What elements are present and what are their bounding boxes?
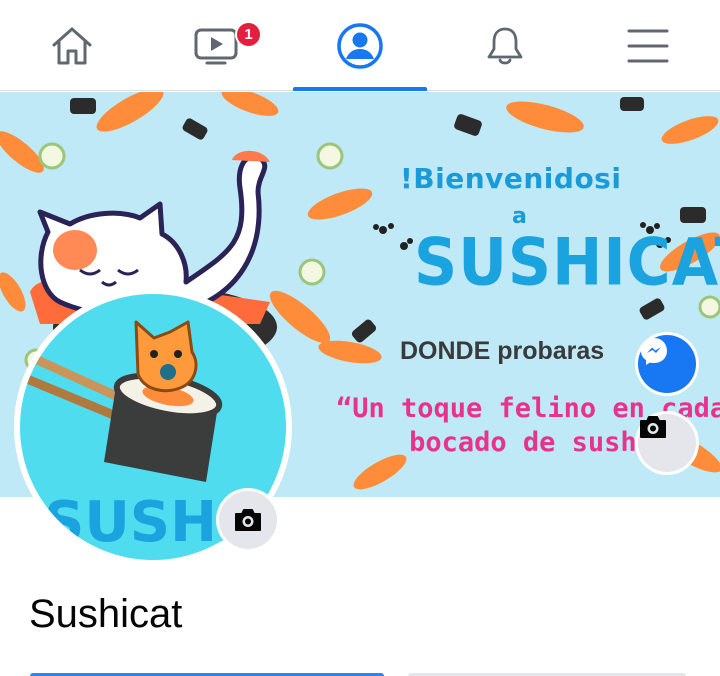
bell-icon [487, 27, 523, 64]
top-navigation: 1 [0, 0, 720, 91]
menu-icon [627, 29, 669, 62]
tab-notifications[interactable] [438, 0, 572, 91]
messenger-icon [641, 338, 667, 365]
cover-tagline: DONDE probaras [400, 337, 605, 365]
profile-name: Sushicat [29, 592, 183, 636]
camera-icon [640, 416, 666, 438]
cover-camera-button[interactable] [638, 414, 696, 472]
video-icon [194, 28, 238, 64]
cover-brand: SUSHICAT [414, 225, 720, 301]
cover-title: !Bienvenidosi [400, 162, 622, 195]
profile-icon [337, 22, 383, 69]
tab-menu[interactable] [581, 0, 715, 91]
tab-home[interactable] [5, 0, 139, 91]
tab-profile[interactable] [293, 0, 427, 91]
messenger-button[interactable] [638, 335, 696, 393]
tab-watch[interactable]: 1 [149, 0, 283, 91]
profile-picture[interactable]: SUSHICAT [14, 288, 292, 566]
avatar-camera-button[interactable] [219, 491, 277, 549]
notification-badge: 1 [235, 21, 262, 48]
home-icon [52, 27, 92, 64]
camera-icon [235, 509, 261, 531]
